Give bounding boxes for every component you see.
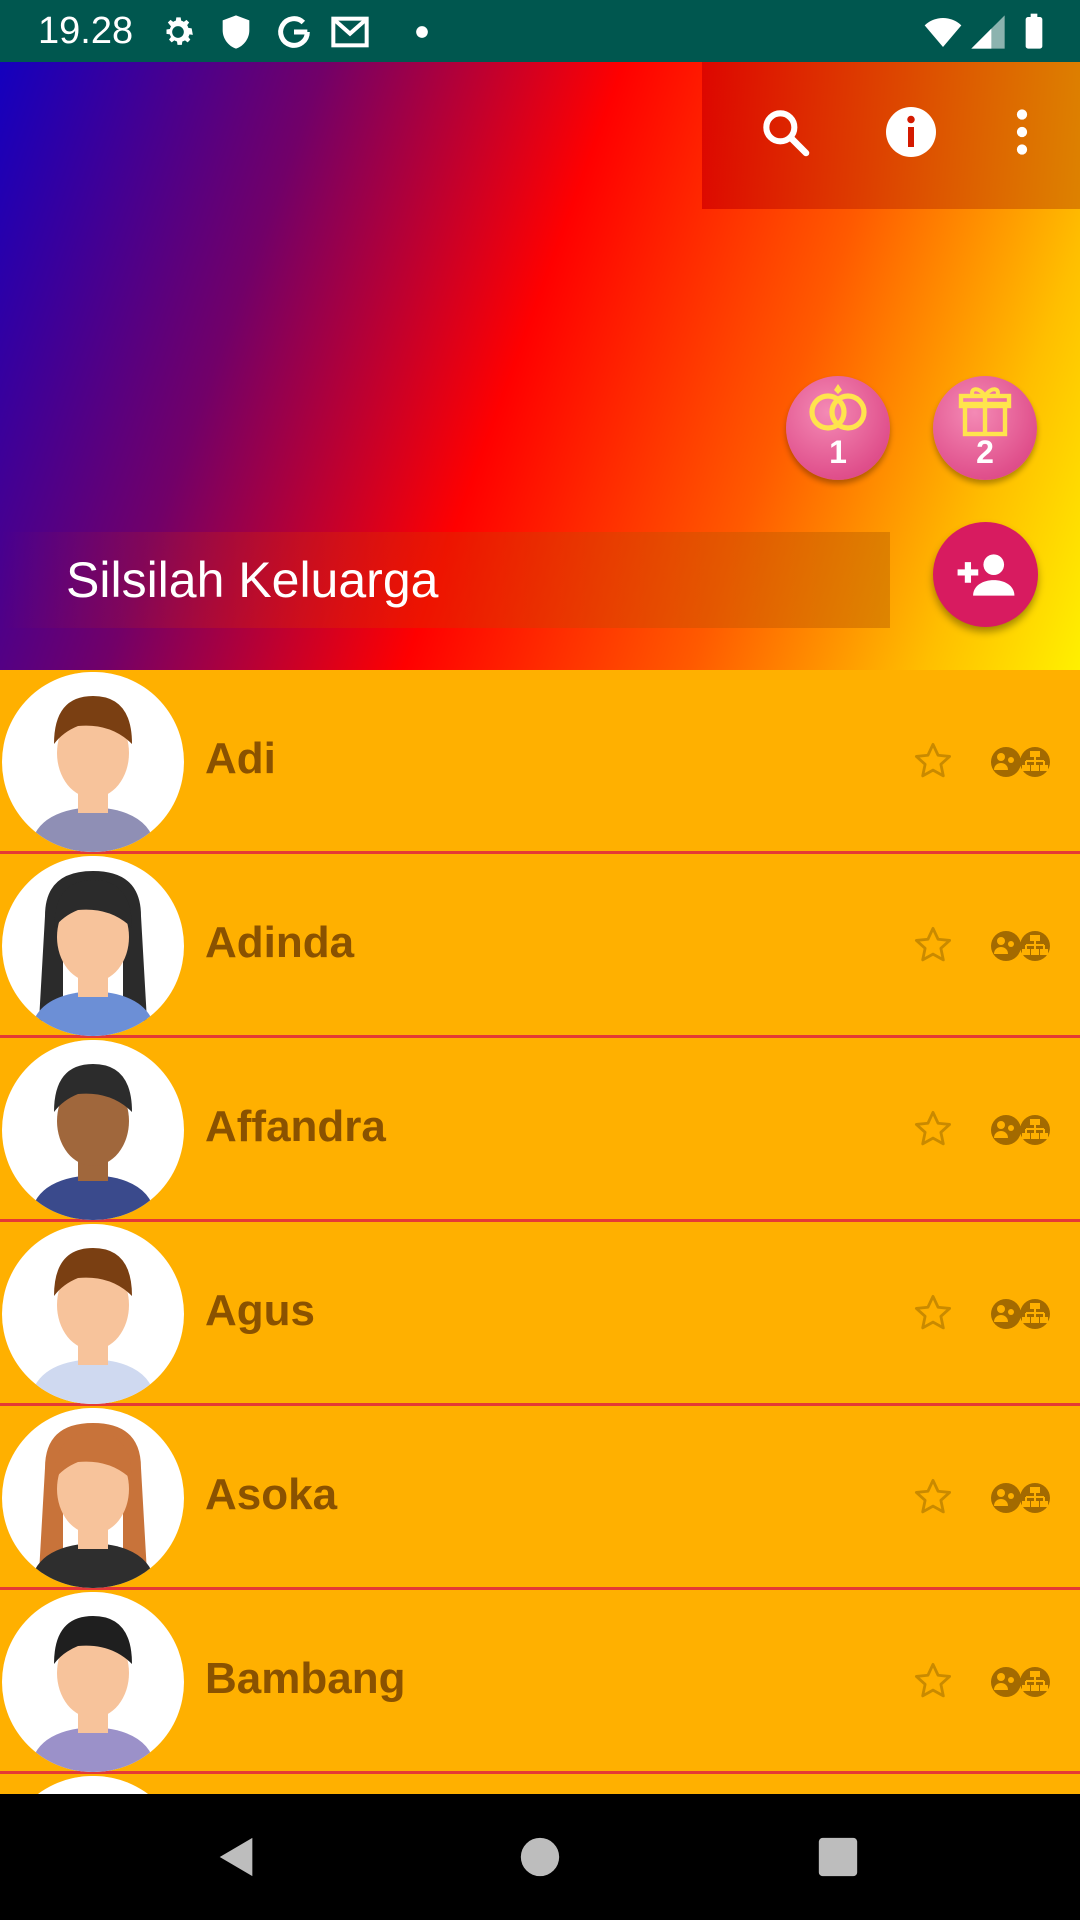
add-member-button[interactable] [933, 522, 1038, 627]
battery-icon [1025, 13, 1043, 49]
star-icon[interactable] [912, 740, 954, 782]
avatar [2, 1592, 184, 1772]
star-icon[interactable] [912, 924, 954, 966]
list-item[interactable]: Asoka [0, 1406, 1080, 1590]
search-button[interactable] [745, 92, 825, 172]
signal-icon [971, 15, 1005, 49]
wedding-count: 1 [829, 434, 847, 470]
list-item-partial[interactable] [0, 1774, 1080, 1794]
star-icon[interactable] [912, 1292, 954, 1334]
avatar [2, 1224, 184, 1404]
google-icon [278, 16, 310, 48]
info-icon [886, 107, 936, 157]
avatar [2, 856, 184, 1036]
member-name: Asoka [205, 1470, 338, 1519]
info-button[interactable] [871, 92, 951, 172]
navigation-bar [0, 1794, 1080, 1920]
member-list: Adi Adinda Affandra Agus Asoka Bambang [0, 670, 1080, 1794]
back-icon[interactable] [214, 1834, 260, 1880]
settings-icon [166, 17, 193, 45]
status-time: 19.28 [38, 10, 134, 52]
list-item[interactable]: Bambang [0, 1590, 1080, 1774]
shield-icon [222, 15, 250, 49]
wifi-icon [924, 18, 962, 47]
star-icon[interactable] [912, 1476, 954, 1518]
family-tree-icon[interactable] [990, 1110, 1052, 1150]
family-tree-icon[interactable] [990, 926, 1052, 966]
list-item[interactable]: Adi [0, 670, 1080, 854]
app-header: 1 2 Silsilah Keluarga [0, 62, 1080, 670]
gift-icon [958, 387, 1012, 437]
page-title: Silsilah Keluarga [66, 552, 439, 608]
member-name: Agus [205, 1286, 315, 1335]
wedding-anniversary-button[interactable]: 1 [786, 376, 890, 480]
birthday-button[interactable]: 2 [933, 376, 1037, 480]
list-item[interactable]: Adinda [0, 854, 1080, 1038]
home-icon[interactable] [517, 1834, 563, 1880]
member-name: Adinda [205, 918, 355, 967]
recents-icon[interactable] [815, 1834, 861, 1880]
list-item[interactable]: Affandra [0, 1038, 1080, 1222]
avatar [2, 1776, 184, 1794]
star-icon[interactable] [912, 1660, 954, 1702]
gmail-icon [331, 16, 369, 48]
search-icon [763, 110, 810, 157]
member-name: Bambang [205, 1654, 406, 1703]
dot-icon [416, 26, 428, 38]
member-name: Affandra [205, 1102, 386, 1151]
birthday-count: 2 [976, 434, 994, 470]
add-person-icon [957, 553, 1014, 596]
family-tree-icon[interactable] [990, 1294, 1052, 1334]
member-name: Adi [205, 734, 276, 783]
avatar [2, 1408, 184, 1588]
avatar [2, 672, 184, 852]
rings-icon [809, 384, 867, 431]
more-vert-icon [1016, 109, 1028, 155]
family-tree-icon[interactable] [990, 1478, 1052, 1518]
list-item[interactable]: Agus [0, 1222, 1080, 1406]
status-bar: 19.28 [0, 0, 1080, 62]
star-icon[interactable] [912, 1108, 954, 1150]
family-tree-icon[interactable] [990, 1662, 1052, 1702]
family-tree-icon[interactable] [990, 742, 1052, 782]
avatar [2, 1040, 184, 1220]
more-options-button[interactable] [982, 92, 1062, 172]
toolbar [702, 62, 1080, 209]
